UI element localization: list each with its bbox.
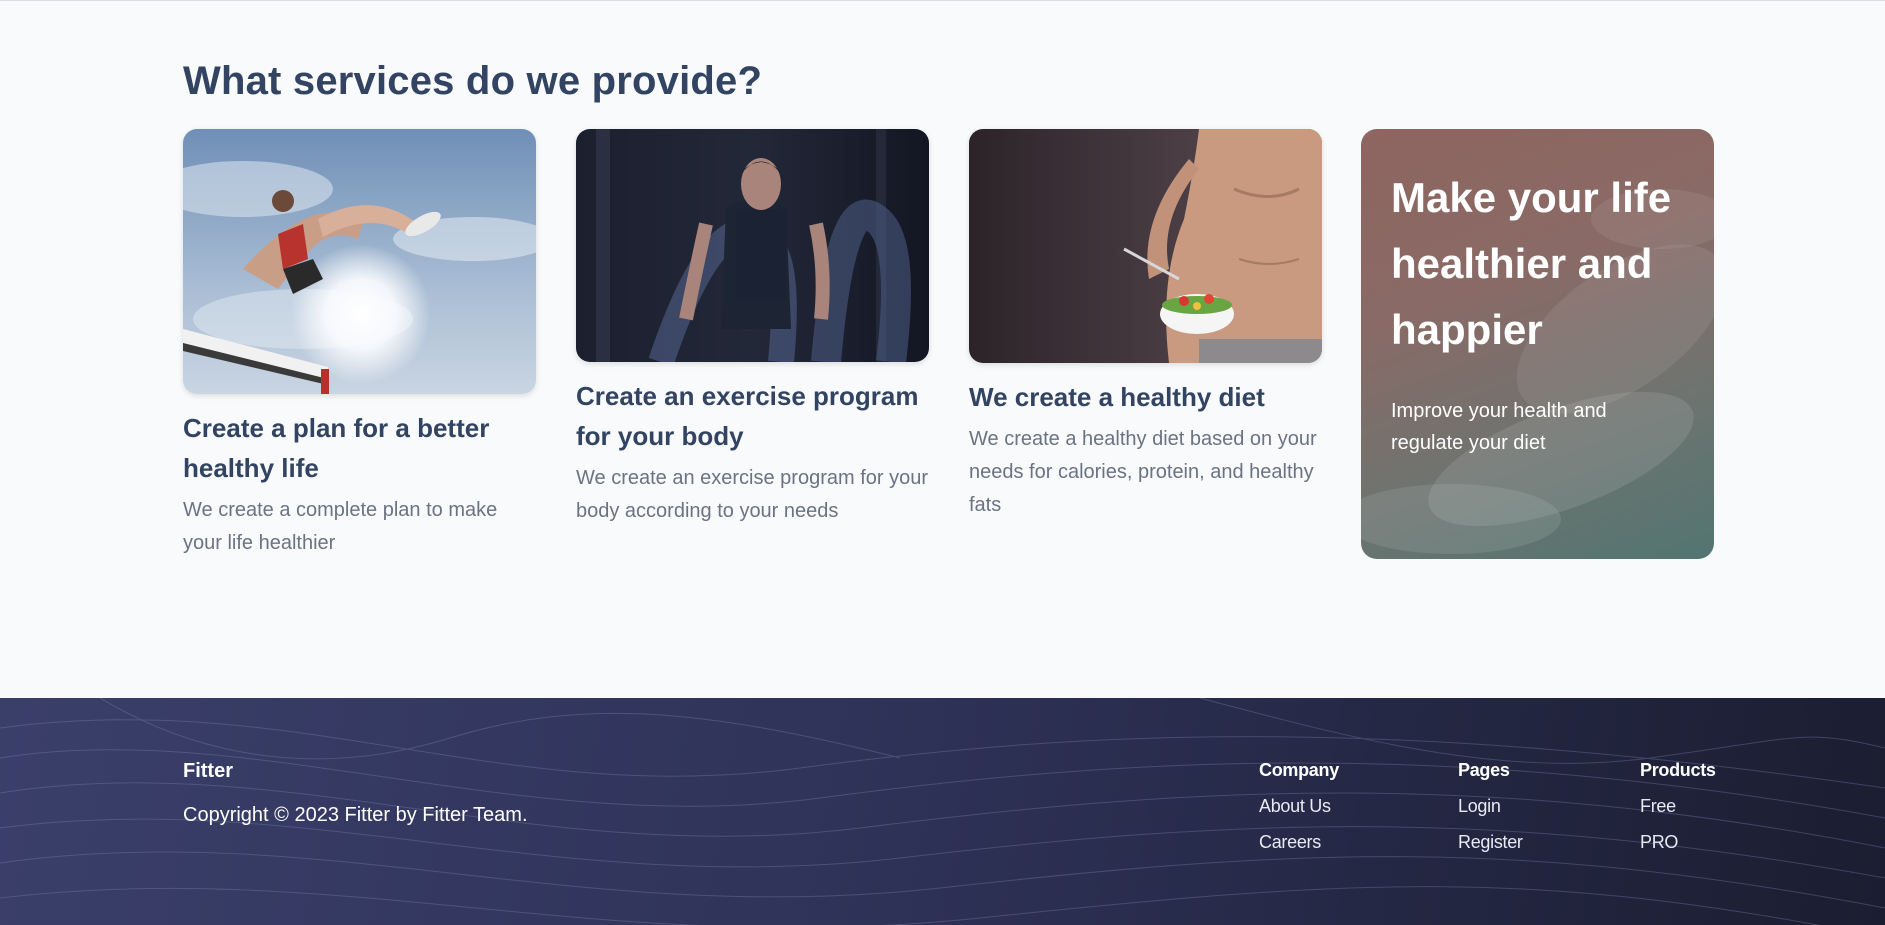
footer-column-pages: Pages Login Register xyxy=(1458,760,1523,853)
service-card-exercise[interactable]: Create an exercise program for your body… xyxy=(576,129,929,528)
services-section: What services do we provide? Create a pl… xyxy=(0,1,1885,698)
footer-link-careers[interactable]: Careers xyxy=(1259,832,1339,853)
footer-link-free[interactable]: Free xyxy=(1640,796,1716,817)
service-card-description: We create a healthy diet based on your n… xyxy=(969,428,1317,516)
footer-link-login[interactable]: Login xyxy=(1458,796,1523,817)
service-card-diet[interactable]: We create a healthy diet We create a hea… xyxy=(969,129,1322,522)
section-title: What services do we provide? xyxy=(183,59,763,103)
footer-link-register[interactable]: Register xyxy=(1458,832,1523,853)
footer-column-title: Pages xyxy=(1458,760,1510,780)
service-card-title: Create an exercise program for your body xyxy=(576,381,919,451)
salad-bowl-man-photo xyxy=(969,129,1322,363)
promo-text: Improve your health and regulate your di… xyxy=(1391,400,1607,454)
footer-column-products: Products Free PRO xyxy=(1640,760,1716,853)
service-card-description: We create a complete plan to make your l… xyxy=(183,499,498,554)
footer-column-title: Products xyxy=(1640,760,1716,780)
service-card-description: We create an exercise program for your b… xyxy=(576,467,929,522)
promo-card[interactable]: Make your life healthier and happier Imp… xyxy=(1361,129,1714,559)
service-card-title: Create a plan for a better healthy life xyxy=(183,413,490,483)
site-footer: Fitter Copyright © 2023 Fitter by Fitter… xyxy=(0,698,1885,925)
footer-column-company: Company About Us Careers xyxy=(1259,760,1339,853)
footer-link-about-us[interactable]: About Us xyxy=(1259,796,1339,817)
footer-copyright: Copyright © 2023 Fitter by Fitter Team. xyxy=(183,804,528,826)
promo-title: Make your life healthier and happier xyxy=(1391,174,1672,353)
battle-ropes-athlete-photo xyxy=(576,129,929,362)
footer-column-title: Company xyxy=(1259,760,1339,780)
service-card-plan[interactable]: Create a plan for a better healthy life … xyxy=(183,129,536,560)
service-card-title: We create a healthy diet xyxy=(969,382,1265,412)
hurdle-jumper-photo xyxy=(183,129,536,394)
footer-brand[interactable]: Fitter xyxy=(183,760,233,783)
footer-link-pro[interactable]: PRO xyxy=(1640,832,1716,853)
